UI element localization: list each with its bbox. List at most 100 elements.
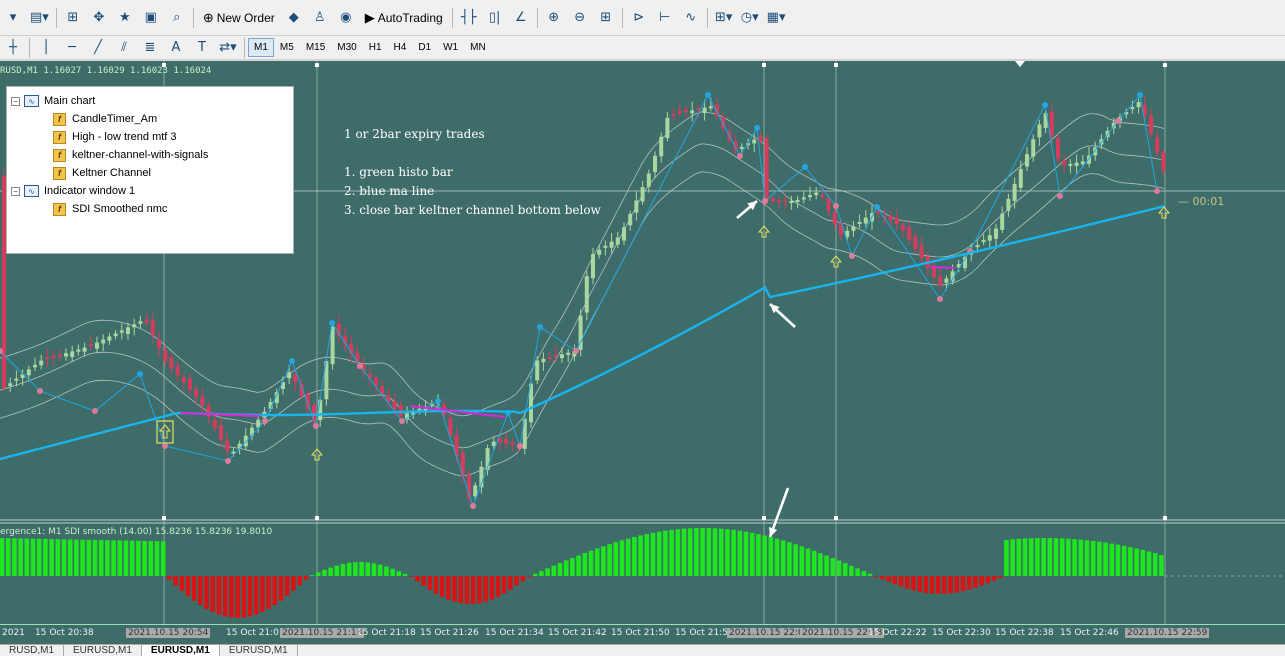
- timeframe-w1[interactable]: W1: [437, 38, 464, 57]
- chart-window[interactable]: RUSD,M1 1.16027 1.16029 1.16023 1.16024 …: [0, 61, 1285, 624]
- market-watch-icon[interactable]: ⊞: [61, 6, 85, 30]
- tree-main-chart[interactable]: − ∿ Main chart: [7, 92, 293, 110]
- timeframe-m15[interactable]: M15: [300, 38, 331, 57]
- candle-body: [857, 222, 862, 224]
- timeframe-m1[interactable]: M1: [248, 38, 274, 57]
- templates-icon[interactable]: ▦▾: [764, 6, 789, 30]
- zoom-in-icon[interactable]: ⊕: [542, 6, 566, 30]
- histo-bar-up: [849, 565, 854, 576]
- histo-bar-up: [86, 539, 92, 576]
- collapse-icon[interactable]: −: [11, 186, 20, 196]
- metaeditor-icon[interactable]: ◆: [282, 6, 306, 30]
- line-chart-icon[interactable]: ∠: [509, 6, 533, 30]
- tree-indicator-window[interactable]: − ∿ Indicator window 1: [7, 182, 293, 200]
- tree-item[interactable]: f High - low trend mtf 3: [7, 128, 293, 146]
- profiles-icon[interactable]: ▤▾: [27, 6, 52, 30]
- window-icon: ∿: [24, 185, 39, 197]
- note-line: 3. close bar keltner channel bottom belo…: [344, 203, 601, 217]
- periods-icon[interactable]: ◷▾: [738, 6, 762, 30]
- market-icon[interactable]: ◉: [334, 6, 358, 30]
- crosshair-icon[interactable]: ┼: [1, 36, 25, 60]
- timeframe-m5[interactable]: M5: [274, 38, 300, 57]
- candle-body: [795, 199, 800, 202]
- candle-body: [194, 389, 199, 397]
- add-indicator-icon[interactable]: ⊞▾: [712, 6, 736, 30]
- histo-bar-down: [911, 576, 916, 591]
- separator: [451, 7, 453, 28]
- strategy-tester-icon[interactable]: ⌕: [165, 6, 189, 30]
- timeframe-d1[interactable]: D1: [412, 38, 437, 57]
- histo-bar-up: [98, 540, 104, 576]
- tree-item[interactable]: f SDI Smoothed nmc: [7, 200, 293, 218]
- text-icon[interactable]: A: [164, 36, 188, 60]
- signals-icon[interactable]: ♙: [308, 6, 332, 30]
- folder-icon[interactable]: ★: [113, 6, 137, 30]
- histo-bar-down: [297, 576, 302, 586]
- candle-body: [1136, 102, 1141, 108]
- time-label: 15 Oct 22:38: [995, 628, 1054, 638]
- histo-bar-up: [842, 563, 848, 576]
- candle-body: [634, 200, 639, 213]
- collapse-icon[interactable]: −: [11, 96, 20, 106]
- timeframe-m30[interactable]: M30: [331, 38, 362, 57]
- histo-bar-down: [923, 576, 929, 593]
- label-icon[interactable]: T: [190, 36, 214, 60]
- candle-body: [609, 241, 614, 248]
- candle-body: [702, 107, 707, 114]
- arrows-icon[interactable]: ⇄▾: [216, 36, 240, 60]
- chart-tab[interactable]: EURUSD,M1: [64, 645, 142, 656]
- auto-scroll-icon[interactable]: ⊳: [627, 6, 651, 30]
- timeframe-h1[interactable]: H1: [363, 38, 388, 57]
- separator: [536, 7, 538, 28]
- channel-icon[interactable]: ⫽: [112, 36, 136, 60]
- chart-tab[interactable]: RUSD,M1: [0, 645, 65, 656]
- bar-chart-icon[interactable]: ┤├: [457, 6, 481, 30]
- histo-bar-up: [340, 563, 346, 576]
- autotrading-button[interactable]: ▶ AutoTrading: [360, 6, 448, 30]
- candle-body: [777, 200, 781, 203]
- swing-low-dot: [1115, 118, 1121, 124]
- indicators-icon[interactable]: ∿: [679, 6, 703, 30]
- vertical-line-icon[interactable]: │: [34, 36, 58, 60]
- menu-arrow-icon[interactable]: ▾: [1, 6, 25, 30]
- tree-item-label: Keltner Channel: [72, 167, 151, 179]
- histo-bar-up: [1134, 548, 1139, 576]
- histo-bar-down: [408, 576, 414, 577]
- candlestick-icon[interactable]: ▯|: [483, 6, 507, 30]
- navigator-icon[interactable]: ✥: [87, 6, 111, 30]
- tile-windows-icon[interactable]: ⊞: [594, 6, 618, 30]
- new-order-button[interactable]: ⊕ New Order: [198, 6, 280, 30]
- candle-body: [1130, 107, 1135, 110]
- trendline-icon[interactable]: ╱: [86, 36, 110, 60]
- histo-bar-up: [12, 538, 17, 576]
- histo-bar-down: [222, 576, 228, 617]
- zoom-out-icon[interactable]: ⊖: [568, 6, 592, 30]
- timeframe-h4[interactable]: H4: [388, 38, 413, 57]
- time-label: 15 Oct 22:46: [1060, 628, 1119, 638]
- histo-bar-up: [570, 557, 575, 576]
- histo-bar-up: [61, 539, 67, 576]
- chart-tab[interactable]: EURUSD,M1: [141, 645, 220, 656]
- time-label: 15 Oct 21:0: [226, 628, 279, 638]
- tree-item[interactable]: f CandleTimer_Am: [7, 110, 293, 128]
- candle-body: [70, 351, 75, 358]
- tree-item[interactable]: f Keltner Channel: [7, 164, 293, 182]
- candle-body: [107, 336, 112, 341]
- histo-bar-up: [1152, 553, 1158, 576]
- terminal-icon[interactable]: ▣: [139, 6, 163, 30]
- chart-shift-icon[interactable]: ⊢: [653, 6, 677, 30]
- histo-bar-up: [315, 572, 321, 576]
- histo-bar-up: [830, 558, 836, 576]
- candle-body: [994, 228, 998, 239]
- horizontal-line-icon[interactable]: ─: [60, 36, 84, 60]
- tree-item[interactable]: f keltner-channel-with-signals: [7, 146, 293, 164]
- time-label: 15 Oct 22:30: [932, 628, 991, 638]
- time-label: 2021.10.15 21:13: [280, 628, 365, 638]
- histo-bar-up: [613, 542, 619, 576]
- candle-body: [622, 227, 626, 241]
- fibonacci-icon[interactable]: ≣: [138, 36, 162, 60]
- candle-body: [907, 227, 912, 240]
- timeframe-mn[interactable]: MN: [464, 38, 492, 57]
- histo-bar-up: [1022, 538, 1028, 576]
- chart-tab[interactable]: EURUSD,M1: [220, 645, 298, 656]
